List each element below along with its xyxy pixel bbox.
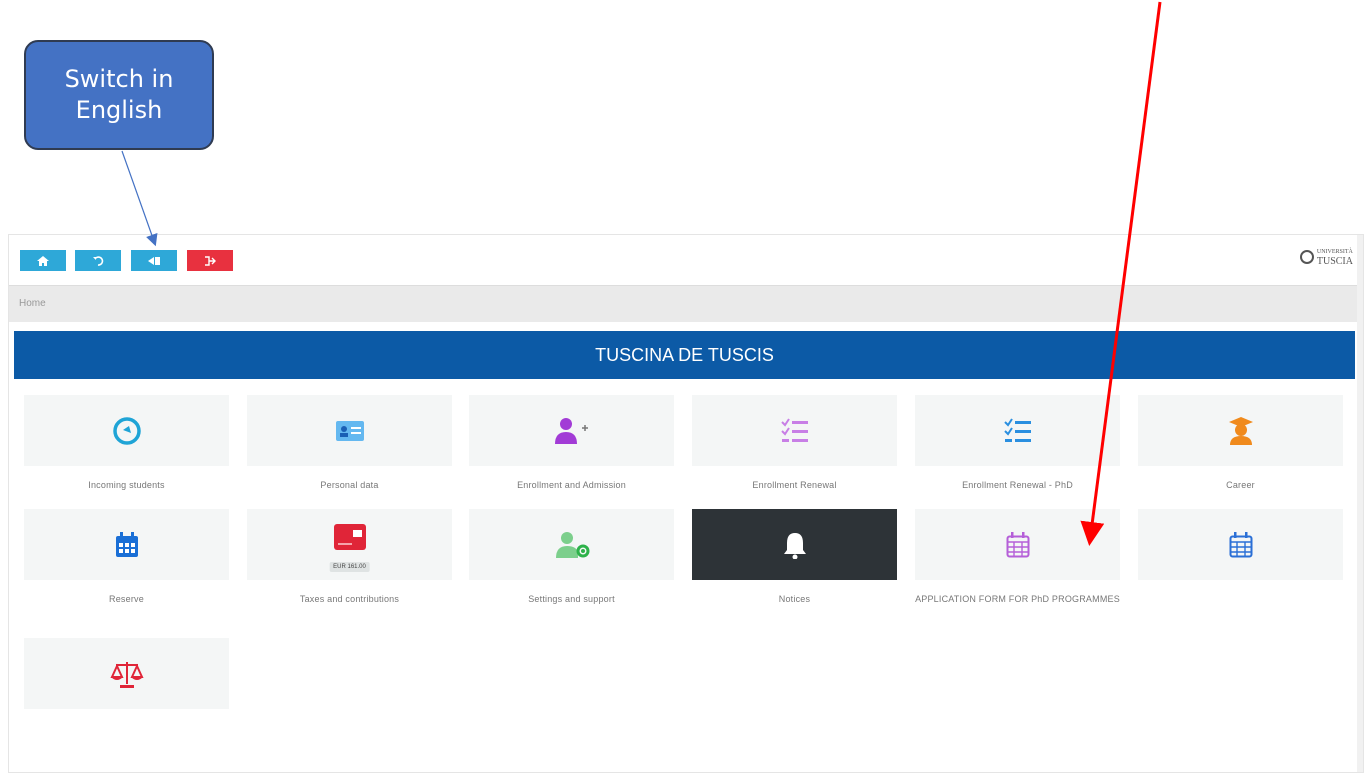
tile-label-notices: Notices (778, 594, 811, 604)
tile-label-incoming-students: Incoming students (88, 480, 165, 490)
annotation-callout: Switch in English (24, 40, 214, 150)
scrollbar[interactable] (1357, 235, 1363, 772)
language-switch-button[interactable] (131, 250, 177, 271)
checklist-icon (1003, 417, 1031, 442)
graduate-icon (1228, 416, 1253, 445)
tile-career[interactable] (1138, 395, 1343, 466)
tile-legal[interactable] (24, 638, 229, 709)
tile-enrollment-admission[interactable] (469, 395, 674, 466)
bell-icon (783, 532, 806, 559)
tile-label-enrollment-admission: Enrollment and Admission (517, 480, 626, 490)
tile-label-personal-data: Personal data (320, 480, 379, 490)
tile-enrollment-renewal[interactable] (692, 395, 897, 466)
tile-incoming-students[interactable] (24, 395, 229, 466)
credit-card-icon (333, 523, 366, 550)
scales-icon (109, 661, 144, 688)
tile-label-enrollment-renewal-phd: Enrollment Renewal - PhD (962, 480, 1073, 490)
id-card-icon (335, 420, 364, 441)
calendar-icon (1006, 531, 1029, 557)
logout-icon (205, 255, 216, 266)
page-title: TUSCINA DE TUSCIS (14, 331, 1355, 379)
tile-label-enrollment-renewal: Enrollment Renewal (752, 480, 837, 490)
undo-icon (93, 255, 104, 266)
back-button[interactable] (75, 250, 121, 271)
tile-label-taxes-contributions: Taxes and contributions (299, 594, 400, 604)
tile-label-application-form-phd: APPLICATION FORM FOR PhD PROGRAMMES (915, 594, 1120, 604)
application-window: UNIVERSITÀ TUSCIA Home TUSCINA DE TUSCIS… (8, 234, 1364, 773)
blue-arrow (121, 150, 158, 247)
tile-label-career: Career (1226, 480, 1255, 490)
logo-main-text: TUSCIA (1316, 256, 1353, 267)
breadcrumb: Home (9, 285, 1363, 322)
calendar-icon (115, 531, 138, 557)
tile-enrollment-renewal-phd[interactable] (915, 395, 1120, 466)
tile-label-settings-support: Settings and support (528, 594, 615, 604)
tile-calendar[interactable] (1138, 509, 1343, 580)
tile-settings-support[interactable] (469, 509, 674, 580)
university-logo: UNIVERSITÀ TUSCIA (1299, 248, 1353, 267)
add-user-icon (554, 417, 588, 444)
tile-application-form-phd[interactable] (915, 509, 1120, 580)
seal-icon (1299, 250, 1314, 264)
breadcrumb-home[interactable]: Home (19, 298, 46, 309)
tile-taxes-contributions[interactable]: EUR 161.00 (247, 509, 452, 580)
user-settings-icon (555, 531, 589, 558)
logout-button[interactable] (187, 250, 233, 271)
tile-notices[interactable] (692, 509, 897, 580)
tile-reserve[interactable] (24, 509, 229, 580)
home-button[interactable] (20, 250, 66, 271)
tile-personal-data[interactable] (247, 395, 452, 466)
language-icon (147, 256, 160, 265)
checklist-icon (780, 417, 808, 442)
amount-badge: EUR 161.00 (329, 562, 370, 572)
globe-icon (112, 416, 141, 445)
top-toolbar: UNIVERSITÀ TUSCIA (9, 235, 1363, 285)
calendar-icon (1229, 531, 1252, 557)
home-icon (37, 255, 49, 266)
tile-label-reserve: Reserve (109, 594, 144, 604)
